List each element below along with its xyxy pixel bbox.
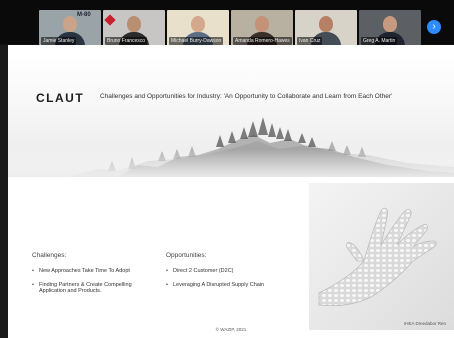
slide-title: Challenges and Opportunities for Industr… xyxy=(100,93,393,100)
participant-tile[interactable]: Michael Burry-Dawson xyxy=(167,10,229,46)
participant-name: Bruno Francesco xyxy=(105,37,148,45)
claut-logo: CLAUT xyxy=(36,91,85,105)
chevron-right-icon: › xyxy=(432,21,436,32)
opportunity-item: Direct 2 Customer (D2C) xyxy=(166,268,286,275)
challenge-item: New Approaches Take Time To Adopt xyxy=(32,268,147,275)
lattice-hand-image xyxy=(309,183,454,330)
participant-tile[interactable]: M-80 Jamie Stanley xyxy=(39,10,101,46)
participant-head xyxy=(319,16,333,32)
challenge-item: Finding Partners & Create Compelling App… xyxy=(32,282,147,295)
participant-name: Ivan Cruz xyxy=(297,37,323,45)
challenges-column: Challenges: New Approaches Take Time To … xyxy=(32,252,147,302)
participant-name: Jamie Stanley xyxy=(41,37,77,45)
participant-head xyxy=(255,16,269,32)
next-page-button[interactable]: › xyxy=(427,20,441,34)
participant-head xyxy=(191,16,205,32)
participant-name: Amanda Romero-Hawes xyxy=(233,37,292,45)
participant-name: Greg A. Martin xyxy=(361,37,398,45)
challenges-heading: Challenges: xyxy=(32,252,67,259)
image-credit: IHEA Dmedabor Ren xyxy=(404,321,447,326)
shared-slide: CLAUT Challenges and Opportunities for I… xyxy=(8,45,454,338)
participant-tile[interactable]: Ivan Cruz xyxy=(295,10,357,46)
participant-tile[interactable]: Amanda Romero-Hawes xyxy=(231,10,293,46)
participant-strip: M-80 Jamie Stanley Bruno Francesco Micha… xyxy=(0,0,454,46)
participant-head xyxy=(63,16,77,32)
participant-head xyxy=(383,16,397,32)
slide-banner: CLAUT Challenges and Opportunities for I… xyxy=(8,57,454,177)
opportunity-item: Leveraging A Disrupted Supply Chain xyxy=(166,282,286,289)
opportunities-column: Opportunities: Direct 2 Customer (D2C) L… xyxy=(166,252,286,295)
opportunities-heading: Opportunities: xyxy=(166,252,207,259)
participant-tile[interactable]: Bruno Francesco xyxy=(103,10,165,46)
shared-screen-edge xyxy=(0,45,8,338)
background-logo: M-80 xyxy=(77,12,91,18)
slide-footer: © WAZIP, 2021 xyxy=(215,327,247,332)
participant-name: Michael Burry-Dawson xyxy=(169,37,224,45)
misty-forest-image xyxy=(8,117,454,177)
participant-tile[interactable]: Greg A. Martin xyxy=(359,10,421,46)
participant-head xyxy=(127,16,141,32)
